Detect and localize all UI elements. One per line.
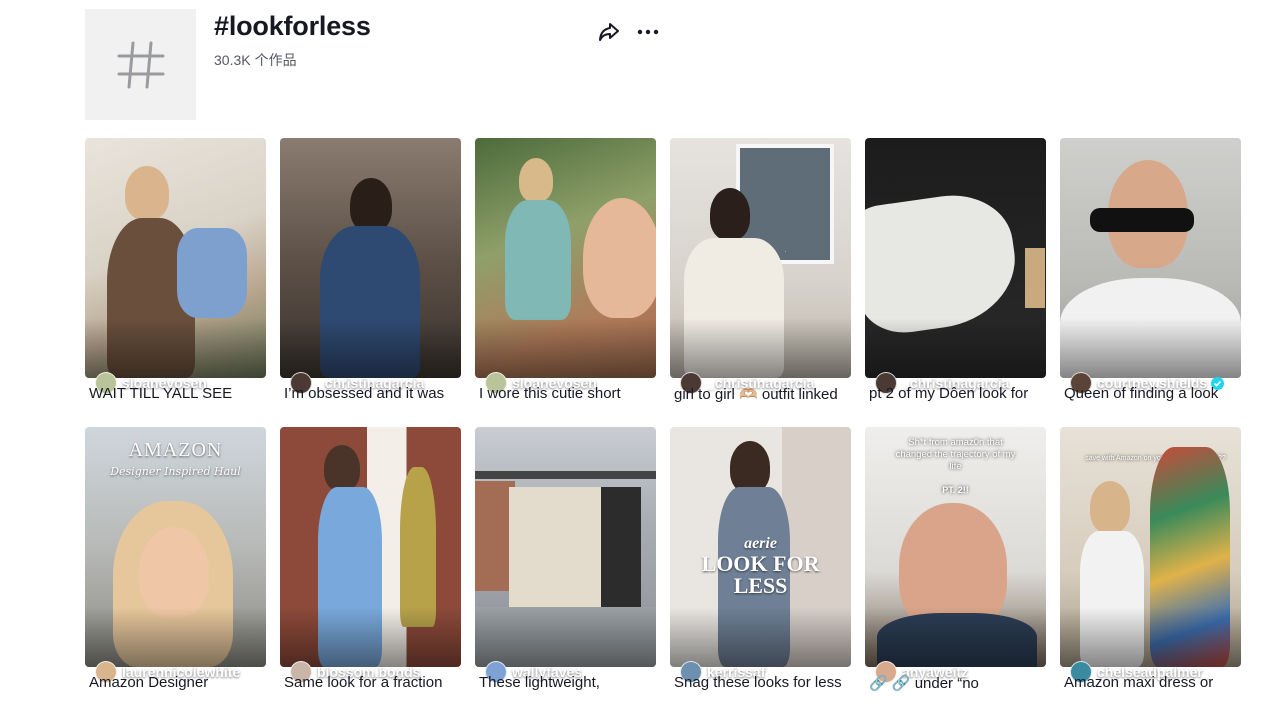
video-thumbnail[interactable]: . <box>670 138 851 378</box>
video-caption[interactable]: Amazon maxi dress or <box>1064 674 1240 691</box>
video-card[interactable]: AMAZON Designer Inspired Haul laurennico… <box>85 427 266 695</box>
video-caption[interactable]: Queen of finding a look <box>1064 385 1240 402</box>
hashtag-icon <box>117 41 164 88</box>
video-card[interactable]: aerie LOOK FOR LESS kerrissaf Snag these… <box>670 427 851 695</box>
video-caption[interactable]: pt 2 of my Dôen look for <box>869 385 1045 402</box>
video-thumbnail[interactable]: Sh*t from amaz0n that changed the trajec… <box>865 427 1046 667</box>
video-thumbnail[interactable]: AMAZON Designer Inspired Haul <box>85 427 266 667</box>
video-card[interactable]: Sh*t from amaz0n that changed the trajec… <box>865 427 1046 695</box>
video-thumbnail[interactable] <box>475 138 656 378</box>
hashtag-header: #lookforless 30.3K 个作品 <box>85 9 785 121</box>
video-thumbnail[interactable] <box>1060 138 1241 378</box>
video-thumbnail[interactable] <box>280 427 461 667</box>
overlay-title: Sh*t from amaz0n that changed the trajec… <box>895 437 1016 472</box>
video-count-unit: 个作品 <box>254 52 297 68</box>
video-card[interactable]: sloanevosen I wore this cutie short <box>475 138 656 406</box>
overlay-subtitle: PT. 2!! <box>942 485 969 495</box>
video-card[interactable]: _christinagarcia pt 2 of my Dôen look fo… <box>865 138 1046 406</box>
page-title: #lookforless <box>214 11 371 41</box>
video-caption[interactable]: WAIT TILL YALL SEE <box>89 385 265 402</box>
video-card[interactable]: save with Amazon on your next Dress Pink… <box>1060 427 1241 695</box>
video-card[interactable]: . _christinagarcia girl to girl 🫶🏼 outfi… <box>670 138 851 406</box>
share-button[interactable] <box>596 19 622 45</box>
video-thumbnail[interactable] <box>475 427 656 667</box>
video-caption[interactable]: girl to girl 🫶🏼 outfit linked <box>674 385 850 403</box>
video-card[interactable]: blossom.bonds Same look for a fraction <box>280 427 461 695</box>
video-thumbnail[interactable] <box>85 138 266 378</box>
video-card[interactable]: sloanevosen WAIT TILL YALL SEE <box>85 138 266 406</box>
video-caption[interactable]: I wore this cutie short <box>479 385 655 402</box>
more-icon <box>637 29 659 35</box>
hashtag-thumbnail <box>85 9 196 120</box>
share-icon <box>599 23 619 41</box>
video-count: 30.3K 个作品 <box>214 50 297 70</box>
video-caption[interactable]: Amazon Designer <box>89 674 265 691</box>
overlay-subtitle: LOOK FOR LESS <box>701 551 820 598</box>
video-thumbnail[interactable] <box>280 138 461 378</box>
video-count-value: 30.3K <box>214 52 251 68</box>
video-card[interactable]: _christinagarcia I’m obsessed and it was <box>280 138 461 406</box>
video-caption[interactable]: 🔗 🔗 under “no <box>869 674 1045 692</box>
overlay-subtitle: Designer Inspired Haul <box>110 465 241 478</box>
more-button[interactable] <box>635 19 661 45</box>
video-caption[interactable]: Same look for a fraction <box>284 674 460 691</box>
video-caption[interactable]: Snag these looks for less <box>674 674 850 691</box>
video-thumbnail[interactable] <box>865 138 1046 378</box>
overlay-title: AMAZON <box>128 439 223 461</box>
video-thumbnail[interactable]: aerie LOOK FOR LESS <box>670 427 851 667</box>
video-thumbnail[interactable]: save with Amazon on your next Dress Pink… <box>1060 427 1241 667</box>
video-caption[interactable]: I’m obsessed and it was <box>284 385 460 402</box>
video-card[interactable]: courtney.shields Queen of finding a look <box>1060 138 1241 406</box>
video-caption[interactable]: These lightweight, <box>479 674 655 691</box>
video-card[interactable]: wallyfaves These lightweight, <box>475 427 656 695</box>
